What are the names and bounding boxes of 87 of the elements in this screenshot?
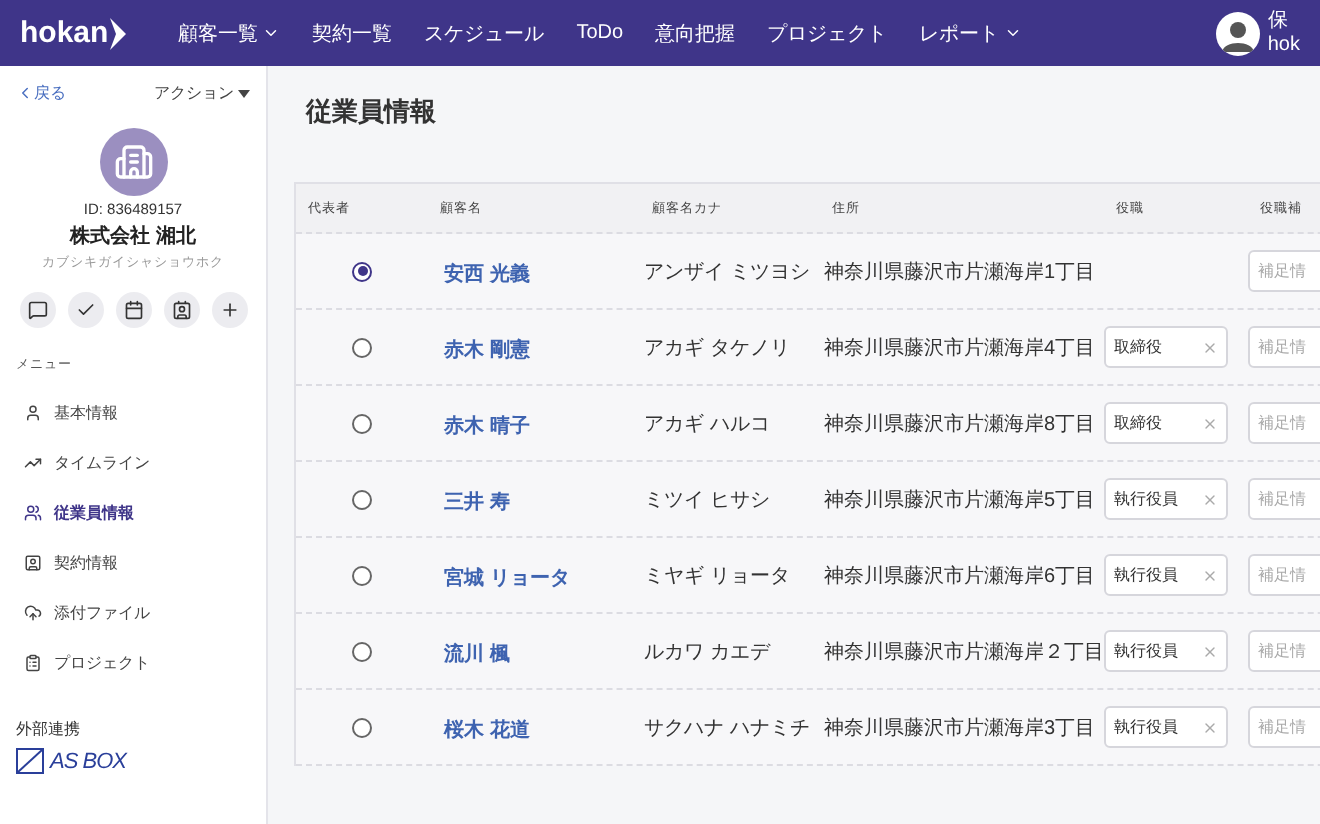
address-cell-text: 神奈川県藤沢市片瀬海岸4丁目 [822, 335, 1098, 361]
kana-cell-text: ルカワ カエデ [642, 639, 773, 665]
address-cell-text: 神奈川県藤沢市片瀬海岸5丁目 [822, 487, 1098, 513]
sidebar-menu-item[interactable]: 基本情報 [16, 402, 250, 424]
customer-name-link[interactable]: 桜木 花道 [428, 719, 530, 741]
kana-cell-text: アンザイ ミツヨシ [642, 259, 812, 285]
nav-menu-item[interactable]: プロジェクト [767, 19, 888, 47]
address-cell-text: 神奈川県藤沢市片瀬海岸6丁目 [822, 563, 1098, 589]
sidebar-menu-item[interactable]: 添付ファイル [16, 602, 250, 624]
supplement-input[interactable]: 補足情 [1248, 706, 1320, 748]
cloud-upload-icon [24, 604, 42, 622]
role-select[interactable]: 執行役員 [1104, 706, 1228, 748]
nav-menu-item[interactable]: 契約一覧 [312, 19, 393, 47]
sidebar-menu-item[interactable]: プロジェクト [16, 652, 250, 674]
id-card-icon [24, 554, 42, 572]
logo-text[interactable]: hokan [20, 16, 109, 50]
role-select[interactable]: 執行役員 [1104, 554, 1228, 596]
radio-button[interactable] [352, 717, 372, 737]
customer-name-link[interactable]: 赤木 剛憲 [428, 339, 530, 361]
calendar-icon [123, 300, 143, 320]
kana-cell-text: ミツイ ヒサシ [642, 487, 772, 513]
radio-button[interactable] [352, 641, 372, 661]
contact-card-button[interactable] [163, 292, 199, 328]
supplement-input[interactable]: 補足情 [1248, 554, 1320, 596]
radio-button[interactable] [352, 489, 372, 509]
sidebar-menu-item[interactable]: 従業員情報 [16, 502, 250, 524]
page-title: 従業員情報 [306, 94, 438, 130]
address-cell-text: 神奈川県藤沢市片瀬海岸２丁目 [822, 639, 1104, 665]
radio-button[interactable] [352, 413, 372, 433]
people-icon [24, 504, 42, 522]
logo-chevron-icon [110, 17, 127, 49]
address-cell-text: 神奈川県藤沢市片瀬海岸3丁目 [822, 715, 1098, 741]
kana-cell-text: ミヤギ リョータ [642, 563, 792, 589]
calendar-button[interactable] [115, 292, 151, 328]
role-select[interactable]: 執行役員 [1104, 478, 1228, 520]
action-dropdown[interactable]: アクション [154, 82, 250, 104]
contact-card-icon [171, 300, 191, 320]
role-select[interactable]: 取締役 [1104, 326, 1228, 368]
role-select[interactable]: 執行役員 [1104, 630, 1228, 672]
nav-menu-item[interactable]: レポート [919, 19, 1022, 47]
customer-name-link[interactable]: 流川 楓 [428, 643, 510, 665]
check-button[interactable] [67, 292, 103, 328]
customer-name-link[interactable]: 三井 寿 [428, 491, 510, 513]
nav-menu-item[interactable]: 顧客一覧 [178, 19, 281, 47]
sidebar-menu-item[interactable]: タイムライン [16, 452, 250, 474]
kana-cell-text: サクハナ ハナミチ [642, 715, 812, 741]
address-cell-text: 神奈川県藤沢市片瀬海岸1丁目 [822, 259, 1098, 285]
plus-icon [219, 300, 239, 320]
trend-line-icon [24, 454, 42, 472]
kana-cell-text: アカギ タケノリ [642, 335, 792, 361]
nav-menu-item[interactable]: ToDo [576, 22, 624, 44]
back-link[interactable]: 戻る [16, 82, 66, 104]
nav-menu-item[interactable]: スケジュール [424, 19, 545, 47]
chevron-left-icon [16, 84, 34, 102]
customer-name-link[interactable]: 宮城 リョータ [428, 567, 570, 589]
radio-button[interactable] [352, 565, 372, 585]
radio-button[interactable] [352, 261, 372, 281]
caret-down-icon [238, 89, 250, 97]
supplement-input[interactable]: 補足情 [1248, 250, 1320, 292]
address-cell-text: 神奈川県藤沢市片瀬海岸8丁目 [822, 411, 1098, 437]
supplement-input[interactable]: 補足情 [1248, 478, 1320, 520]
supplement-input[interactable]: 補足情 [1248, 402, 1320, 444]
customer-name-link[interactable]: 安西 光義 [428, 263, 530, 285]
customer-name-text: 株式会社 湘北 [70, 223, 196, 250]
nav-menu-item[interactable]: 意向把握 [655, 19, 736, 47]
user-avatar-icon[interactable] [1215, 11, 1260, 55]
clipboard-icon [24, 654, 42, 672]
supplement-input[interactable]: 補足情 [1248, 326, 1320, 368]
customer-name-link[interactable]: 赤木 晴子 [428, 415, 530, 437]
user-name-text: hok [1267, 33, 1300, 57]
sidebar-menu-item[interactable]: 契約情報 [16, 552, 250, 574]
user-name-text: 保 [1267, 9, 1290, 33]
chevron-down-icon [262, 24, 281, 42]
comment-icon [27, 300, 47, 320]
supplement-input[interactable]: 補足情 [1248, 630, 1320, 672]
building-icon [99, 128, 167, 196]
comment-button[interactable] [19, 292, 55, 328]
kana-cell-text: アカギ ハルコ [642, 411, 772, 437]
plus-button[interactable] [211, 292, 247, 328]
person-icon [24, 404, 42, 422]
chevron-down-icon [1003, 24, 1022, 42]
asbox-logo[interactable]: AS BOX [16, 748, 250, 774]
asbox-mark-icon [16, 748, 44, 774]
external-section-label: 外部連携 [16, 718, 82, 740]
role-select[interactable]: 取締役 [1104, 402, 1228, 444]
radio-button[interactable] [352, 337, 372, 357]
check-icon [75, 300, 95, 320]
